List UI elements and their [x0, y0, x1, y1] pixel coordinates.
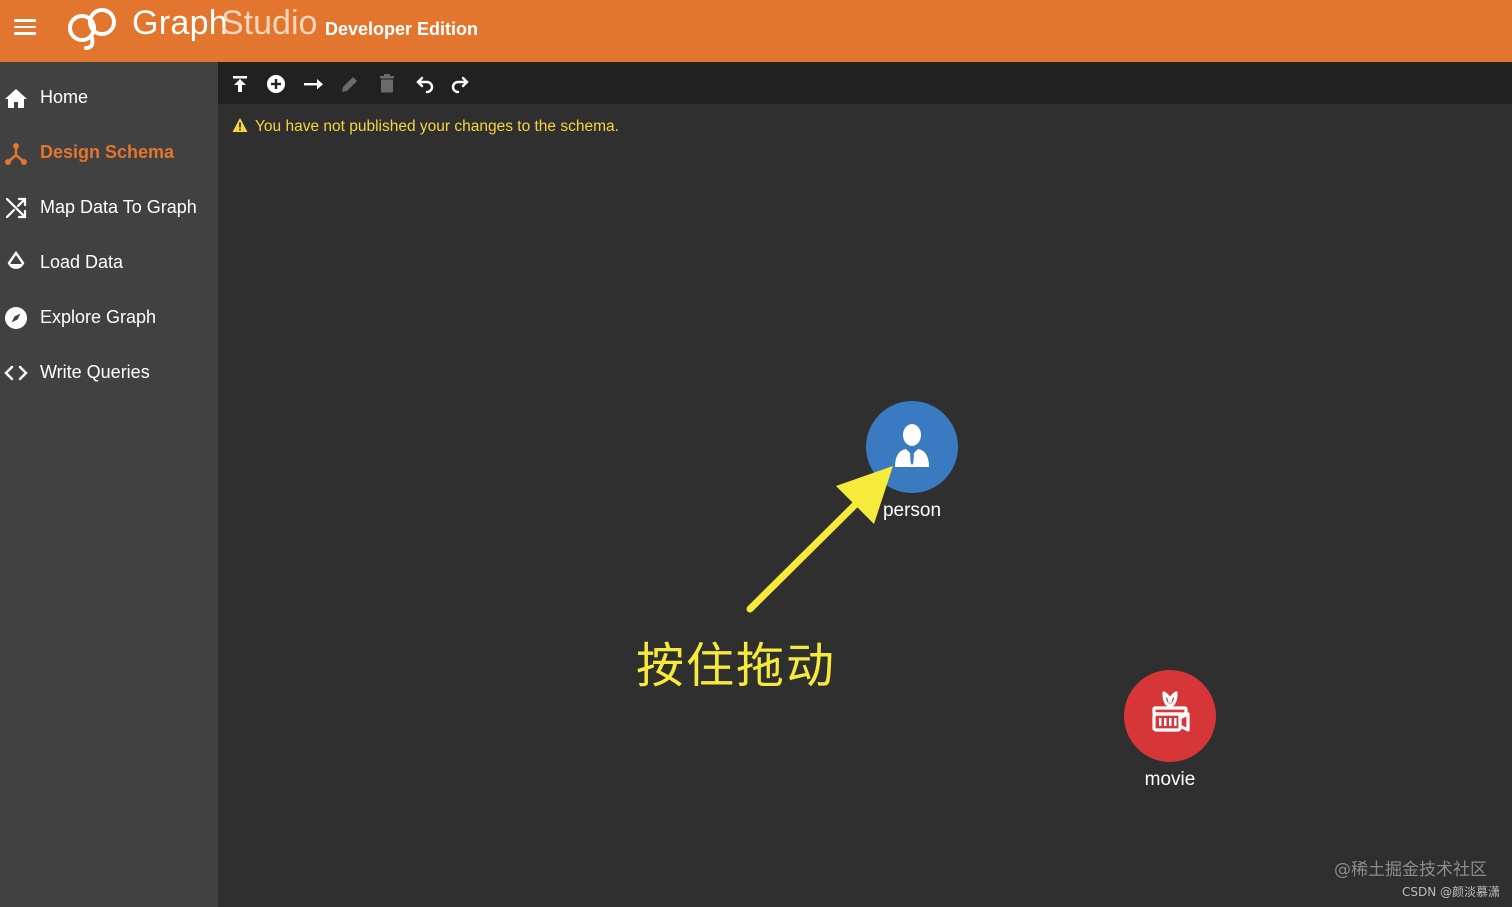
compass-icon — [5, 307, 27, 329]
drag-instruction-annotation: 按住拖动 — [636, 638, 837, 694]
code-icon — [4, 365, 28, 381]
sidebar-item-label: Map Data To Graph — [40, 197, 197, 217]
sidebar-item-load-data[interactable]: Load Data — [0, 239, 218, 287]
shuffle-icon — [5, 197, 27, 219]
schema-icon — [5, 143, 27, 165]
warning-icon — [232, 118, 248, 132]
redo-icon[interactable] — [450, 73, 472, 95]
annotation-arrow — [746, 466, 893, 613]
sidebar-item-label: Explore Graph — [40, 307, 157, 327]
vertex-movie[interactable] — [1124, 670, 1216, 762]
brand-name-graph: Graph — [132, 4, 228, 42]
brand-name-studio: Studio — [221, 4, 318, 42]
app-header: Graph Studio Developer Edition — [0, 0, 1512, 62]
sidebar-item-map-data[interactable]: Map Data To Graph — [0, 184, 218, 232]
edit-icon[interactable] — [339, 73, 361, 95]
watermark-csdn: CSDN @颜淡慕潇 — [1401, 885, 1500, 899]
movie-icon — [1152, 691, 1190, 732]
schema-toolbar — [218, 62, 1512, 104]
add-vertex-icon[interactable] — [265, 73, 287, 95]
drop-icon — [7, 251, 25, 269]
home-icon — [5, 89, 27, 108]
publish-icon[interactable] — [229, 73, 251, 95]
undo-icon[interactable] — [413, 73, 435, 95]
edition-label: Developer Edition — [325, 19, 479, 39]
sidebar-item-label: Home — [40, 87, 89, 107]
hamburger-menu-icon[interactable] — [12, 15, 38, 39]
graphstudio-logo-icon — [68, 8, 116, 50]
warning-text: You have not published your changes to t… — [255, 118, 619, 135]
sidebar-item-label: Design Schema — [40, 142, 175, 162]
sidebar-item-home[interactable]: Home — [0, 74, 218, 122]
watermark-juejin: @稀土掘金技术社区 — [1334, 860, 1487, 880]
sidebar-item-explore-graph[interactable]: Explore Graph — [0, 294, 218, 342]
add-edge-icon[interactable] — [302, 73, 324, 95]
vertex-label-movie: movie — [1144, 769, 1196, 790]
sidebar-item-design-schema[interactable]: Design Schema — [0, 129, 218, 177]
delete-icon[interactable] — [376, 73, 398, 95]
sidebar-nav: Home Design Schema Map Data To Graph Loa… — [0, 62, 218, 907]
schema-canvas[interactable]: You have not published your changes to t… — [218, 104, 1512, 907]
sidebar-item-label: Load Data — [40, 252, 124, 272]
sidebar-item-write-queries[interactable]: Write Queries — [0, 349, 218, 397]
sidebar-item-label: Write Queries — [40, 362, 150, 382]
